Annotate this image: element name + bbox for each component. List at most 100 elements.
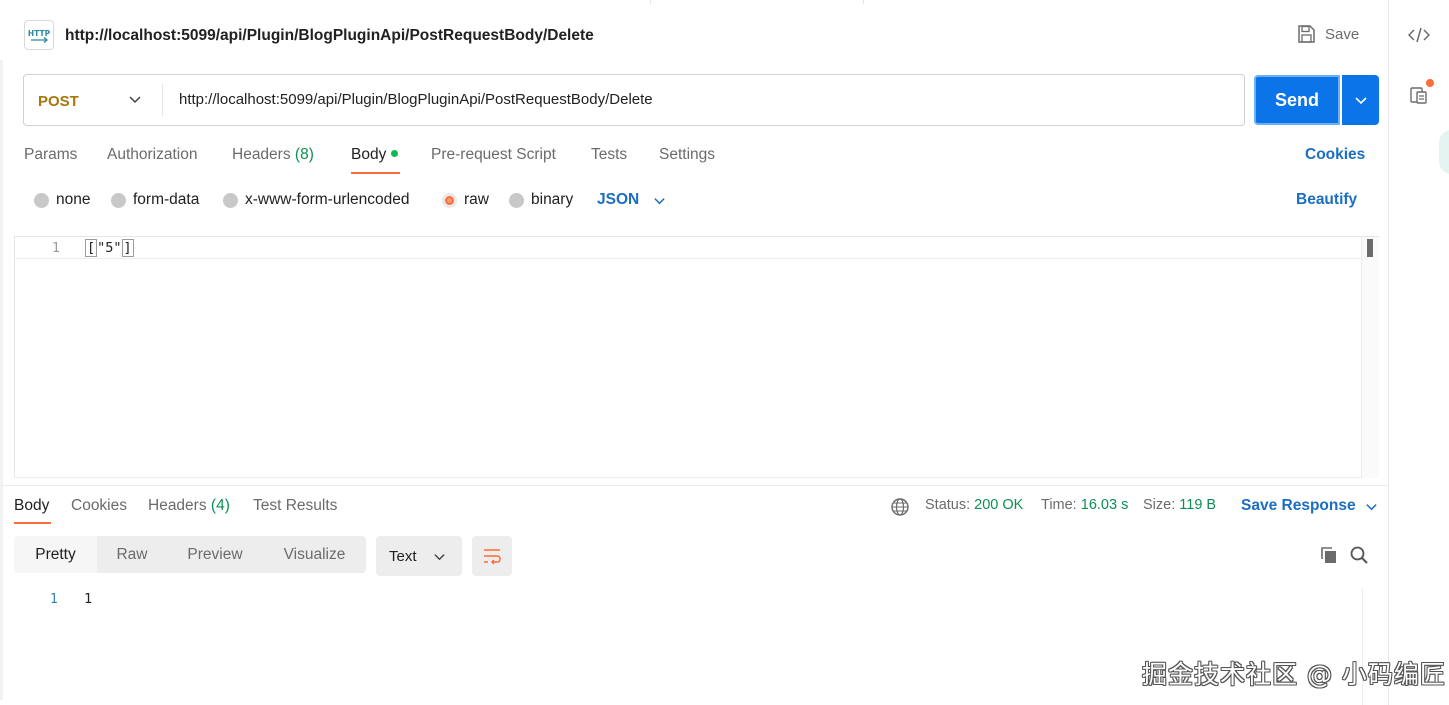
response-view-modes: Pretty Raw Preview Visualize [14, 536, 366, 573]
radio-circle [111, 192, 126, 208]
size-info[interactable]: Size: 119 B [1143, 497, 1216, 513]
tab-settings[interactable]: Settings [659, 146, 715, 164]
http-request-icon: HTTP [24, 20, 54, 50]
radio-urlencoded[interactable]: x-www-form-urlencoded [223, 191, 410, 209]
send-button[interactable]: Send [1254, 75, 1340, 125]
tab-authorization[interactable]: Authorization [107, 146, 197, 164]
beautify-link[interactable]: Beautify [1296, 191, 1357, 209]
active-tab-underline [14, 522, 51, 524]
code-snippet-icon[interactable] [1407, 23, 1431, 47]
tab-divider [650, 0, 651, 4]
request-title[interactable]: http://localhost:5099/api/Plugin/BlogPlu… [65, 27, 594, 45]
radio-urlencoded-label: x-www-form-urlencoded [245, 191, 410, 208]
active-line-highlight [15, 237, 1362, 259]
code-value: "5" [97, 240, 122, 256]
radio-circle [34, 192, 49, 208]
copy-icon[interactable] [1318, 544, 1340, 566]
http-icon-label: HTTP [28, 29, 51, 38]
status-info[interactable]: Status: 200 OK [925, 497, 1023, 513]
tab-params[interactable]: Params [24, 146, 77, 164]
response-format-select[interactable]: Text [376, 536, 462, 576]
chevron-down-icon [433, 553, 445, 560]
radio-circle [509, 192, 524, 208]
cookies-link[interactable]: Cookies [1305, 146, 1365, 164]
code-line[interactable]: ["5"] [85, 239, 134, 257]
request-body-editor[interactable]: 1 ["5"] [14, 236, 1379, 478]
chevron-down-icon [1354, 97, 1367, 105]
wrap-lines-button[interactable] [472, 536, 512, 576]
top-tab-strip [0, 0, 1388, 4]
mode-pretty[interactable]: Pretty [14, 536, 97, 573]
response-tab-body[interactable]: Body [14, 497, 49, 515]
tab-tests[interactable]: Tests [591, 146, 627, 164]
scrollbar-thumb[interactable] [1367, 239, 1373, 257]
mode-preview[interactable]: Preview [167, 536, 263, 573]
size-label: Size: [1143, 497, 1176, 513]
radio-form-data-label: form-data [133, 191, 200, 208]
time-value: 16.03 s [1080, 497, 1129, 513]
close-bracket: ] [121, 239, 134, 257]
time-label: Time: [1041, 497, 1077, 513]
body-format-select[interactable]: JSON [597, 191, 666, 209]
response-line-number: 1 [50, 592, 58, 607]
radio-none-label: none [56, 191, 91, 208]
size-value: 119 B [1179, 497, 1217, 513]
tab-headers[interactable]: Headers (8) [232, 146, 314, 164]
response-tab-test-results[interactable]: Test Results [253, 497, 337, 515]
radio-none[interactable]: none [34, 191, 90, 209]
save-response-label: Save Response [1241, 497, 1356, 514]
time-info[interactable]: Time: 16.03 s [1041, 497, 1128, 513]
globe-icon[interactable] [890, 497, 910, 522]
body-format-label: JSON [597, 191, 640, 208]
send-options-button[interactable] [1342, 75, 1379, 125]
tab-prerequest-script[interactable]: Pre-request Script [431, 146, 556, 164]
method-select[interactable]: POST [38, 93, 79, 110]
chevron-down-icon[interactable] [128, 92, 142, 111]
right-context-bar [1388, 0, 1449, 705]
url-input[interactable]: http://localhost:5099/api/Plugin/BlogPlu… [179, 91, 653, 108]
open-bracket: [ [85, 239, 98, 257]
mode-visualize[interactable]: Visualize [263, 536, 366, 573]
line-number: 1 [52, 241, 60, 256]
response-tab-headers-label: Headers [148, 497, 207, 514]
radio-circle [223, 192, 238, 208]
radio-form-data[interactable]: form-data [111, 191, 199, 209]
editor-scrollbar[interactable] [1361, 237, 1379, 478]
tab-headers-label: Headers [232, 146, 291, 163]
help-bubble[interactable] [1439, 130, 1449, 174]
response-body-content[interactable]: 1 [84, 591, 92, 607]
save-button[interactable]: Save [1296, 24, 1359, 44]
notification-dot [1426, 79, 1434, 87]
mode-raw[interactable]: Raw [97, 536, 167, 573]
radio-binary[interactable]: binary [509, 191, 573, 209]
status-value: 200 OK [974, 497, 1024, 513]
response-tab-cookies[interactable]: Cookies [71, 497, 127, 515]
response-divider[interactable] [0, 485, 1388, 486]
left-sidebar-edge [0, 60, 3, 700]
response-tab-headers-count: (4) [210, 497, 230, 514]
tab-body-label: Body [351, 146, 387, 163]
radio-raw[interactable]: raw [442, 191, 489, 209]
radio-binary-label: binary [531, 191, 574, 208]
request-header: HTTP http://localhost:5099/api/Plugin/Bl… [0, 12, 1388, 60]
active-tab-underline [351, 172, 400, 174]
wrap-lines-icon [484, 549, 501, 565]
search-icon[interactable] [1348, 544, 1370, 566]
url-divider [162, 84, 163, 116]
tab-divider [863, 0, 864, 4]
watermark-text: 掘金技术社区 @ 小码编匠 [1142, 660, 1446, 689]
tab-body[interactable]: Body [351, 146, 399, 164]
radio-circle-selected [442, 192, 457, 208]
status-label: Status: [925, 497, 971, 513]
body-indicator-dot [391, 150, 399, 157]
tab-headers-count: (8) [294, 146, 314, 163]
save-icon [1298, 25, 1315, 43]
url-bar: POST http://localhost:5099/api/Plugin/Bl… [23, 74, 1245, 126]
chevron-down-icon [1365, 503, 1377, 510]
response-tab-headers[interactable]: Headers (4) [148, 497, 230, 515]
response-format-label: Text [389, 547, 417, 565]
radio-raw-label: raw [464, 191, 489, 208]
save-label: Save [1325, 25, 1360, 43]
chevron-down-icon [654, 197, 665, 204]
save-response-button[interactable]: Save Response [1241, 497, 1378, 515]
